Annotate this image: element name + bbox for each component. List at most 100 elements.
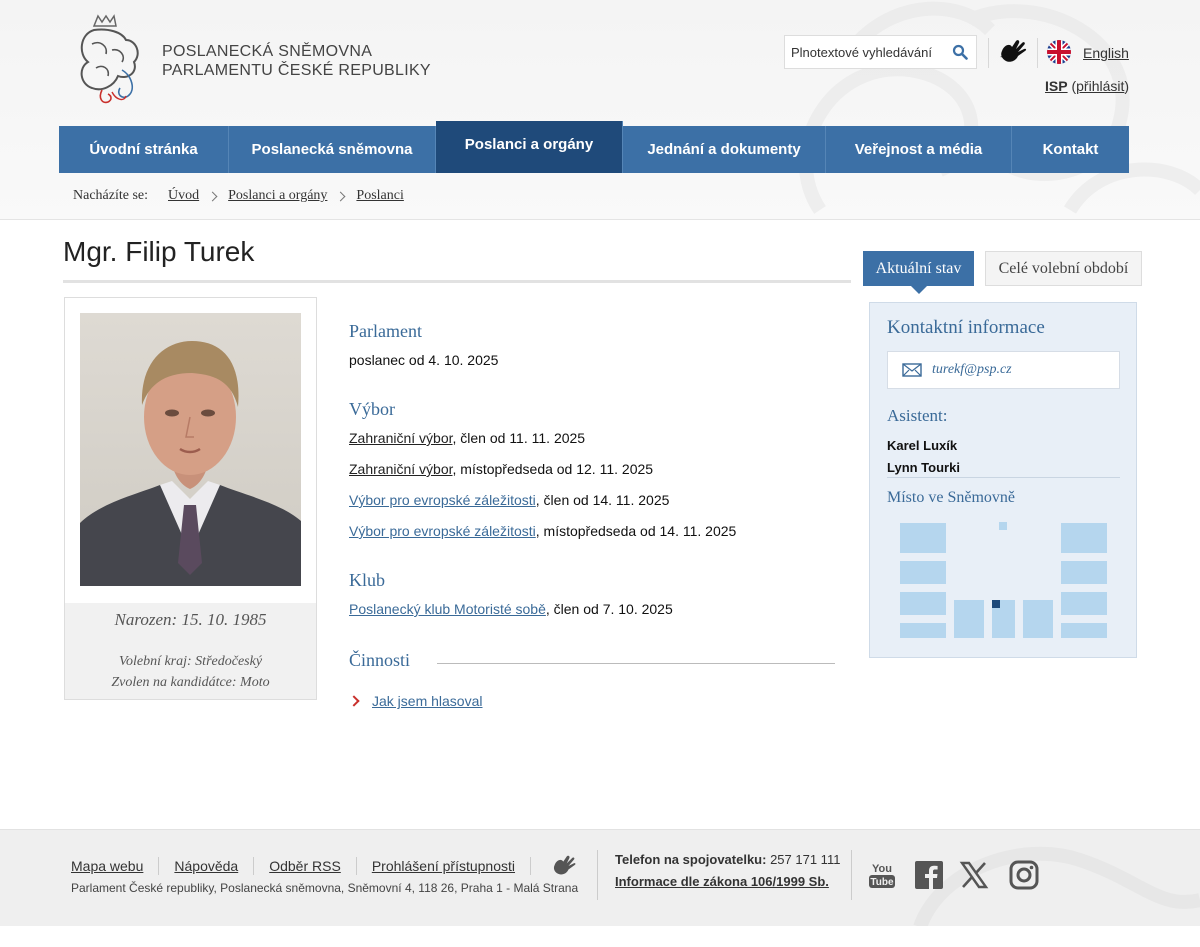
divider: [530, 857, 532, 875]
divider: [158, 857, 160, 875]
logo-line-1: POSLANECKÁ SNĚMOVNA: [162, 43, 373, 60]
committee-role: , člen od 14. 11. 2025: [535, 492, 670, 508]
email-link[interactable]: turekf@psp.cz: [932, 362, 1012, 378]
nav-item-sessions-and-documents[interactable]: Jednání a dokumenty: [623, 126, 826, 173]
profile-card: Narozen: 15. 10. 1985 Volební kraj: Stře…: [64, 297, 317, 700]
voting-record: Jak jsem hlasoval: [348, 693, 483, 709]
site-footer: Mapa webu Nápověda Odběr RSS Prohlášení …: [0, 829, 1200, 926]
footer-link-sitemap[interactable]: Mapa webu: [71, 858, 143, 874]
divider: [1037, 38, 1038, 68]
breadcrumb-item-deputies[interactable]: Poslanci: [356, 188, 403, 204]
seat-heading: Místo ve Sněmovně: [887, 489, 1015, 506]
seat-block: [900, 592, 946, 615]
club-link[interactable]: Poslanecký klub Motoristé sobě: [349, 601, 546, 617]
committee-link[interactable]: Výbor pro evropské záležitosti: [349, 523, 536, 539]
seat-block: [900, 561, 946, 584]
instagram-icon[interactable]: [1009, 860, 1039, 890]
sign-language-icon[interactable]: [550, 853, 580, 879]
footer-links: Mapa webu Nápověda Odběr RSS Prohlášení …: [71, 853, 580, 879]
envelope-icon: [902, 363, 922, 377]
section-title-activities: Činnosti: [349, 650, 411, 670]
divider: [988, 38, 989, 68]
assistant-name: Lynn Tourki: [887, 460, 960, 475]
tab-current-status[interactable]: Aktuální stav: [863, 251, 974, 294]
voting-record-link[interactable]: Jak jsem hlasoval: [372, 693, 483, 709]
svg-text:You: You: [872, 863, 892, 875]
breadcrumb: Nacházíte se: Úvod Poslanci a orgány Pos…: [73, 188, 404, 204]
club-row: Poslanecký klub Motoristé sobě, člen od …: [349, 601, 673, 617]
divider: [355, 857, 357, 875]
phone-label: Telefon na spojovatelku:: [615, 852, 767, 867]
isp-label[interactable]: ISP: [1045, 78, 1068, 94]
facebook-icon[interactable]: [914, 860, 944, 890]
site-header: POSLANECKÁ SNĚMOVNA PARLAMENTU ČESKÉ REP…: [0, 0, 1200, 220]
x-icon[interactable]: [959, 860, 989, 890]
logo-text[interactable]: POSLANECKÁ SNĚMOVNA PARLAMENTU ČESKÉ REP…: [162, 42, 431, 80]
search-input[interactable]: [785, 44, 945, 60]
nav-item-public-and-media[interactable]: Veřejnost a média: [826, 126, 1012, 173]
tab-whole-term[interactable]: Celé volební období: [985, 251, 1142, 286]
nav-item-contact[interactable]: Kontakt: [1012, 126, 1129, 173]
youtube-icon[interactable]: You Tube: [867, 860, 897, 890]
logo-line-2: PARLAMENTU ČESKÉ REPUBLIKY: [162, 62, 431, 79]
footer-link-rss[interactable]: Odběr RSS: [269, 858, 341, 874]
committee-row: Výbor pro evropské záležitosti, člen od …: [349, 492, 669, 508]
committee-row: Zahraniční výbor, místopředseda od 12. 1…: [349, 461, 653, 477]
svg-text:Tube: Tube: [870, 877, 894, 888]
search-box: [784, 35, 977, 69]
isp-paren-close: ): [1124, 78, 1130, 94]
lion-logo-icon[interactable]: [72, 10, 146, 106]
nav-item-deputies-and-bodies[interactable]: Poslanci a orgány: [436, 121, 623, 173]
candidate-list: Zvolen na kandidátce: Moto: [111, 675, 270, 690]
breadcrumb-item-home[interactable]: Úvod: [168, 188, 199, 204]
committee-role: , místopředseda od 12. 11. 2025: [452, 461, 654, 477]
nav-item-chamber[interactable]: Poslanecká sněmovna: [229, 126, 436, 173]
footer-link-accessibility[interactable]: Prohlášení přístupnosti: [372, 858, 515, 874]
activities-divider: [437, 663, 835, 664]
committee-link[interactable]: Zahraniční výbor: [349, 461, 453, 477]
committee-link[interactable]: Výbor pro evropské záležitosti: [349, 492, 536, 508]
footer-law-link[interactable]: Informace dle zákona 106/1999 Sb.: [615, 874, 829, 889]
chevron-right-icon: [335, 191, 346, 201]
divider: [597, 850, 598, 900]
birth-date: Narozen: 15. 10. 1985: [114, 610, 267, 629]
email-field: turekf@psp.cz: [887, 351, 1120, 389]
breadcrumb-item-deputies-and-bodies[interactable]: Poslanci a orgány: [228, 188, 327, 204]
search-icon[interactable]: [952, 44, 968, 60]
seat-map: [900, 522, 1107, 638]
footer-address: Parlament České republiky, Poslanecká sn…: [71, 881, 579, 895]
phone-number: 257 171 111: [770, 852, 841, 867]
isp-login: ISP (přihlásit): [1045, 78, 1129, 94]
chevron-right-icon: [207, 191, 218, 201]
seat-block: [900, 523, 946, 553]
chevron-right-icon: [348, 695, 360, 707]
seat-block: [1061, 523, 1107, 553]
section-title-club: Klub: [349, 570, 385, 590]
seat-block: [954, 600, 984, 638]
footer-link-help[interactable]: Nápověda: [174, 858, 238, 874]
committee-role: , člen od 11. 11. 2025: [452, 430, 586, 446]
parliament-membership: poslanec od 4. 10. 2025: [349, 352, 499, 368]
club-role: , člen od 7. 10. 2025: [545, 601, 673, 617]
divider: [887, 477, 1120, 478]
divider: [851, 850, 852, 900]
divider: [253, 857, 255, 875]
sign-language-icon[interactable]: [998, 37, 1030, 67]
english-language-link[interactable]: English: [1083, 45, 1129, 61]
committee-row: Výbor pro evropské záležitosti, místopře…: [349, 523, 736, 539]
deputy-portrait: [80, 313, 301, 586]
photo-frame: [65, 298, 316, 603]
seat-block: [900, 623, 946, 638]
title-divider: [63, 280, 851, 283]
assistant-heading: Asistent:: [887, 406, 948, 425]
committee-link[interactable]: Zahraniční výbor: [349, 430, 453, 446]
nav-item-home[interactable]: Úvodní stránka: [59, 126, 229, 173]
contact-title: Kontaktní informace: [887, 317, 1045, 338]
assistant-name: Karel Luxík: [887, 438, 958, 453]
committee-row: Zahraniční výbor, člen od 11. 11. 2025: [349, 430, 585, 446]
isp-login-link[interactable]: přihlásit: [1076, 78, 1124, 94]
electoral-region: Volební kraj: Středočeský: [118, 654, 263, 669]
page-title: Mgr. Filip Turek: [63, 236, 255, 267]
uk-flag-icon[interactable]: [1047, 40, 1071, 64]
seat-block: [1061, 592, 1107, 615]
